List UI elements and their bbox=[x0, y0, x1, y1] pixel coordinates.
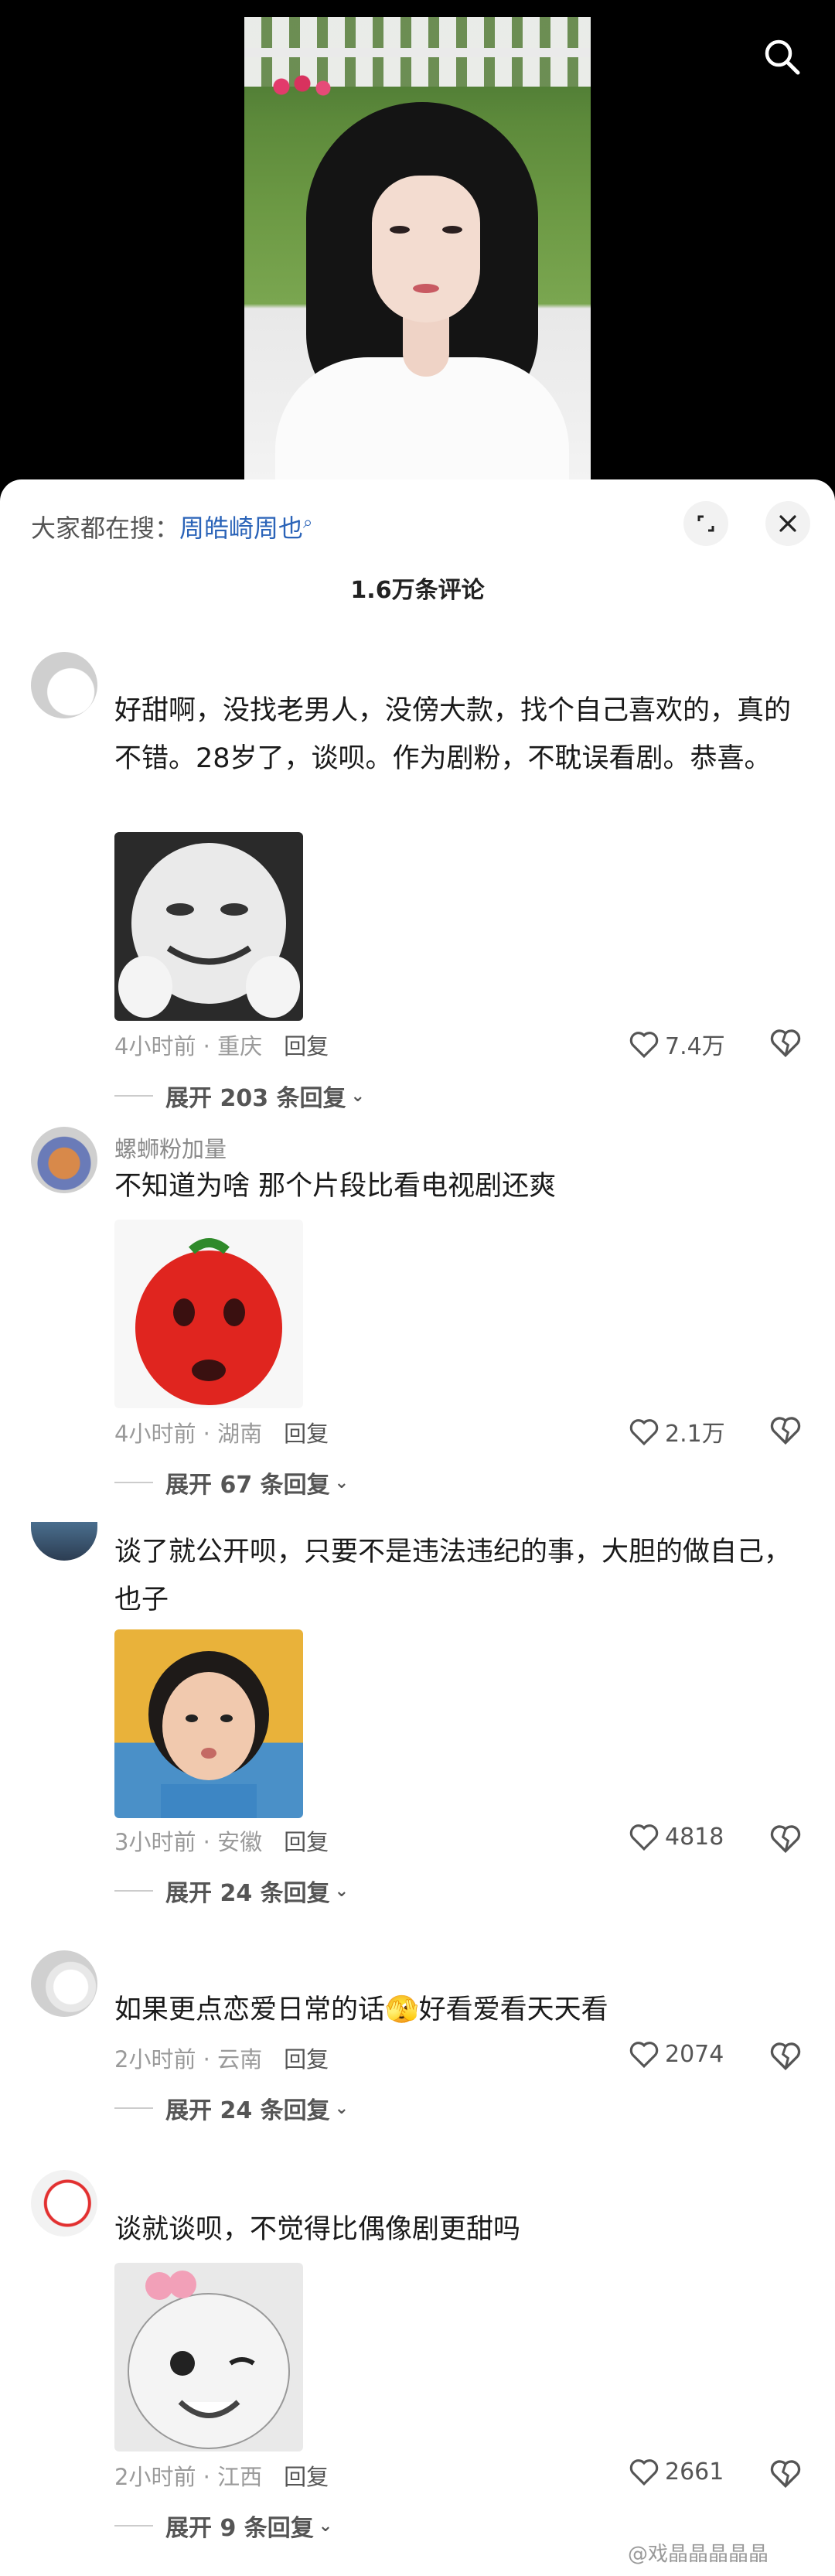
avatar[interactable] bbox=[31, 1950, 97, 2017]
baby-wink-sticker[interactable] bbox=[114, 2263, 303, 2451]
chevron-down-icon: ⌄ bbox=[318, 2516, 333, 2536]
comment-time-location: 4小时前 · 重庆 bbox=[114, 1033, 263, 1059]
girl-pout-sticker[interactable] bbox=[114, 1629, 303, 1818]
like-count: 2074 bbox=[665, 2040, 724, 2068]
comment-meta: 2小时前 · 云南 回复 bbox=[114, 2042, 329, 2074]
avatar[interactable] bbox=[31, 2170, 97, 2237]
comment-text: 如果更点恋爱日常的话🫣好看爱看天天看 bbox=[114, 1994, 608, 2025]
search-keyword[interactable]: 周皓崎周也 bbox=[179, 513, 303, 543]
like-button[interactable]: 4818 bbox=[629, 1823, 724, 1851]
tomato-face-sticker[interactable] bbox=[114, 1220, 303, 1408]
broken-heart-icon[interactable] bbox=[770, 1415, 804, 1446]
heart-icon bbox=[629, 1419, 659, 1445]
comment-meta: 4小时前 · 湖南 回复 bbox=[114, 1416, 329, 1448]
video-frame bbox=[244, 17, 591, 495]
right-eye bbox=[442, 226, 462, 234]
chevron-down-icon: ⌄ bbox=[334, 1472, 349, 1493]
avatar[interactable] bbox=[31, 1127, 97, 1193]
lips bbox=[413, 284, 439, 293]
reply-button[interactable]: 回复 bbox=[284, 1421, 329, 1447]
like-count: 4818 bbox=[665, 1823, 724, 1851]
watermark: @戏晶晶晶晶晶 bbox=[628, 2543, 769, 2566]
expand-replies-button[interactable]: 展开 9 条回复 ⌄ bbox=[114, 2509, 332, 2543]
like-button[interactable]: 2.1万 bbox=[629, 1414, 725, 1448]
reply-button[interactable]: 回复 bbox=[284, 1033, 329, 1059]
comment-text: 谈了就公开呗，只要不是违法违纪的事，大胆的做自己，也子 bbox=[114, 1537, 792, 1616]
expand-replies-label: 展开 9 条回复 bbox=[165, 2515, 314, 2542]
comment-meta: 2小时前 · 江西 回复 bbox=[114, 2459, 329, 2492]
expand-replies-button[interactable]: 展开 203 条回复 ⌄ bbox=[114, 1079, 365, 1113]
broken-heart-icon[interactable] bbox=[770, 2041, 804, 2072]
comment-count-title: 1.6万条评论 bbox=[350, 577, 485, 604]
expand-replies-label: 展开 24 条回复 bbox=[165, 2097, 330, 2124]
expand-replies-label: 展开 24 条回复 bbox=[165, 1880, 330, 1907]
comment-time-location: 2小时前 · 云南 bbox=[114, 2046, 263, 2073]
video-player[interactable] bbox=[0, 0, 835, 495]
comment-text: 谈就谈呗，不觉得比偶像剧更甜吗 bbox=[114, 2214, 521, 2245]
heart-icon bbox=[629, 1824, 659, 1851]
expand-replies-button[interactable]: 展开 67 条回复 ⌄ bbox=[114, 1465, 349, 1500]
divider-line bbox=[114, 1890, 153, 1892]
fence-rail bbox=[244, 48, 591, 57]
divider-line bbox=[114, 1482, 153, 1483]
search-suggestion[interactable]: 大家都在搜：周皓崎周也⌕ bbox=[31, 509, 312, 544]
left-eye bbox=[390, 226, 410, 234]
search-prefix: 大家都在搜： bbox=[31, 513, 180, 543]
comment-meta: 3小时前 · 安徽 回复 bbox=[114, 1824, 329, 1857]
comment-time-location: 4小时前 · 湖南 bbox=[114, 1421, 263, 1447]
expand-replies-label: 展开 67 条回复 bbox=[165, 1472, 330, 1499]
divider-line bbox=[114, 2107, 153, 2109]
chevron-down-icon: ⌄ bbox=[334, 1881, 349, 1901]
reply-button[interactable]: 回复 bbox=[284, 1829, 329, 1855]
like-button[interactable]: 2074 bbox=[629, 2040, 724, 2068]
avatar[interactable] bbox=[31, 652, 97, 718]
face-graphic bbox=[372, 176, 480, 322]
divider-line bbox=[114, 2525, 153, 2527]
chevron-down-icon: ⌄ bbox=[350, 1086, 365, 1106]
like-button[interactable]: 2661 bbox=[629, 2458, 724, 2486]
comment-meta: 4小时前 · 重庆 回复 bbox=[114, 1029, 329, 1061]
comment-username[interactable]: 螺蛳粉加量 bbox=[114, 1131, 227, 1164]
broken-heart-icon[interactable] bbox=[770, 1028, 804, 1059]
heart-icon bbox=[629, 1032, 659, 1058]
close-icon[interactable] bbox=[765, 501, 810, 546]
meme-face-sticker[interactable] bbox=[114, 832, 303, 1021]
heart-icon bbox=[629, 2459, 659, 2486]
flowers-graphic bbox=[268, 71, 337, 102]
sheet-header: 大家都在搜：周皓崎周也⌕ 1.6万条评论 bbox=[0, 479, 835, 604]
comment-time-location: 2小时前 · 江西 bbox=[114, 2464, 263, 2490]
like-count: 2661 bbox=[665, 2458, 724, 2486]
comment-text: 不知道为啥 那个片段比看电视剧还爽 bbox=[114, 1171, 557, 1202]
chevron-down-icon: ⌄ bbox=[334, 2098, 349, 2118]
heart-icon bbox=[629, 2042, 659, 2068]
comment-time-location: 3小时前 · 安徽 bbox=[114, 1829, 263, 1855]
broken-heart-icon[interactable] bbox=[770, 2458, 804, 2489]
like-count: 7.4万 bbox=[665, 1033, 725, 1060]
comment-text: 好甜啊，没找老男人，没傍大款，找个自己喜欢的，真的不错。28岁了，谈呗。作为剧粉… bbox=[114, 695, 792, 774]
magnifier-icon: ⌕ bbox=[303, 513, 313, 533]
like-button[interactable]: 7.4万 bbox=[629, 1027, 725, 1061]
like-count: 2.1万 bbox=[665, 1421, 725, 1448]
search-icon[interactable] bbox=[762, 37, 801, 76]
divider-line bbox=[114, 1095, 153, 1097]
neck-graphic bbox=[403, 315, 449, 377]
reply-button[interactable]: 回复 bbox=[284, 2046, 329, 2073]
reply-button[interactable]: 回复 bbox=[284, 2464, 329, 2490]
broken-heart-icon[interactable] bbox=[770, 1824, 804, 1854]
expand-replies-label: 展开 203 条回复 bbox=[165, 1085, 346, 1112]
expand-replies-button[interactable]: 展开 24 条回复 ⌄ bbox=[114, 2091, 349, 2125]
shirt-graphic bbox=[275, 357, 569, 495]
expand-replies-button[interactable]: 展开 24 条回复 ⌄ bbox=[114, 1874, 349, 1908]
expand-icon[interactable] bbox=[683, 501, 728, 546]
